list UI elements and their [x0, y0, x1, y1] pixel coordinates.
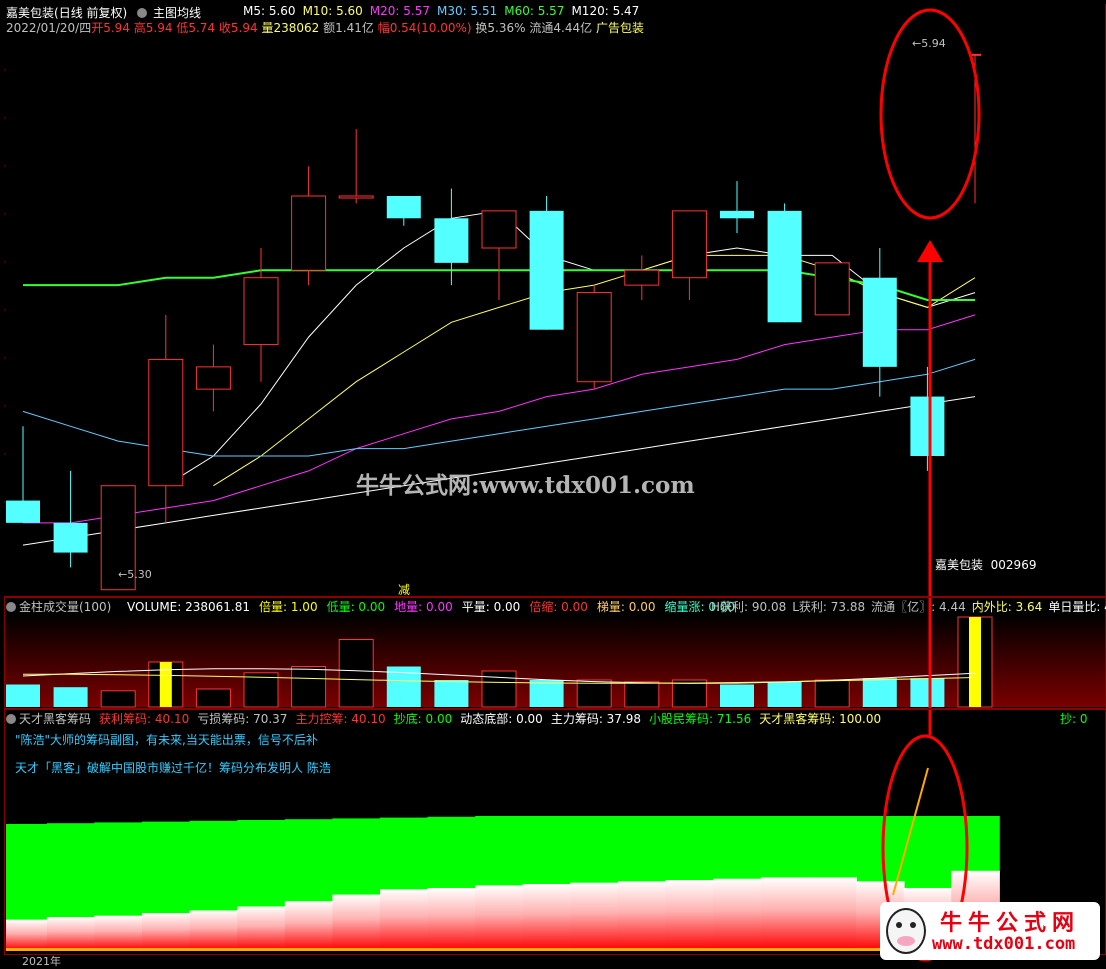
float-value: 4.44亿 — [553, 21, 593, 35]
vol-label: 量 — [261, 21, 274, 35]
logo-title: 牛牛公式网 — [940, 910, 1081, 936]
chip-desc-line1: "陈浩"大师的筹码副图，有未来,当天能出票，信号不后补 — [15, 733, 318, 747]
ma-values: M5: 5.60 M10: 5.60 M20: 5.57 M30: 5.51 M60: … — [243, 4, 646, 18]
axis-year-label: 2021年 — [22, 955, 61, 968]
float-label: 流通 — [529, 21, 554, 35]
high-value: 5.94 — [145, 21, 173, 35]
chip-values: 获利筹码: 40.10 亏损筹码: 70.37 主力控筹: 40.10 抄底: 0.0… — [99, 710, 889, 727]
ma-value-m20: M20: 5.57 — [369, 4, 431, 18]
chip-stat-4: 动态底部: 0.00 — [460, 712, 543, 726]
chip-stat-3: 抄底: 0.00 — [393, 712, 453, 726]
range-label: 幅 — [377, 21, 390, 35]
site-logo: 牛牛公式网 www.tdx001.com — [880, 902, 1100, 960]
low-value: 5.74 — [188, 21, 216, 35]
ma-value-m10: M10: 5.60 — [302, 4, 363, 18]
ma-value-m60: M60: 5.57 — [504, 4, 565, 18]
chip-menu-icon[interactable] — [6, 713, 16, 724]
main-chart-frame — [4, 4, 1106, 597]
high-price-value: 5.94 — [921, 37, 946, 50]
turnover-label: 换 — [475, 21, 488, 35]
volume-stat-4: 平量: 0.00 — [461, 600, 521, 614]
volume-indicator-name[interactable]: 金柱成交量(100) — [19, 600, 111, 614]
reduce-mark: 减 — [398, 583, 411, 597]
chip-stat-6: 小股民筹码: 71.56 — [649, 712, 752, 726]
chip-stat-5: 主力筹码: 37.98 — [550, 712, 642, 726]
chip-header: 天才黑客筹码 — [6, 710, 91, 727]
ma-value-m5: M5: 5.60 — [243, 4, 296, 18]
ma-value-m120: M120: 5.47 — [571, 4, 640, 18]
chip-stat-1: 亏损筹码: 70.37 — [197, 712, 288, 726]
volume-stat-1: 倍量: 1.00 — [259, 600, 318, 614]
volume-right-stat-2: 流通〖亿〗: 4.44 — [871, 600, 966, 614]
close-label: 收 — [218, 21, 231, 35]
high-label: 高 — [133, 21, 146, 35]
volume-stat-0: VOLUME: 238061.81 — [127, 600, 250, 614]
amount-label: 额 — [323, 21, 336, 35]
turnover-value: 5.36% — [487, 21, 526, 35]
volume-header: 金柱成交量(100) — [6, 598, 111, 615]
high-price-mark: ←5.94 — [912, 37, 946, 50]
volume-stat-6: 梯量: 0.00 — [596, 600, 656, 614]
open-value: 5.94 — [103, 21, 130, 35]
volume-stat-3: 地量: 0.00 — [394, 600, 453, 614]
volume-menu-icon[interactable] — [6, 601, 16, 612]
bar-date: 2022/01/20/四 — [6, 21, 92, 35]
close-value: 5.94 — [230, 21, 258, 35]
stock-tag-code: 002969 — [990, 558, 1037, 572]
volume-right-stat-1: L获利: 73.88 — [792, 600, 866, 614]
low-label: 低 — [176, 21, 189, 35]
volume-right-stat-0: H获利: 90.08 — [711, 600, 787, 614]
volume-values: VOLUME: 238061.81 倍量: 1.00 低量: 0.00 地量: 0.0… — [127, 598, 744, 615]
volume-right-stat-4: 单日量比: 4.69 — [1048, 600, 1106, 614]
chip-stat-7: 天才黑客筹码: 100.00 — [759, 712, 882, 726]
volume-right-stat-3: 内外比: 3.64 — [971, 600, 1043, 614]
main-header-line2: 2022/01/20/四开5.94 高5.94 低5.74 收5.94 量238… — [6, 19, 644, 36]
volume-stat-2: 低量: 0.00 — [326, 600, 386, 614]
chip-right-label: 抄: 0 — [1060, 712, 1088, 726]
stock-tag-name: 嘉美包装 — [935, 558, 984, 572]
open-label: 开 — [91, 21, 104, 35]
low-price-mark: ←5.30 — [118, 568, 152, 581]
watermark: 牛牛公式网:www.tdx001.com — [356, 472, 695, 499]
chart-mode: (日线 前复权) — [54, 6, 128, 20]
stock-name: 嘉美包装 — [6, 6, 55, 20]
low-price-value: 5.30 — [127, 568, 152, 581]
range-value: 0.54(10.00%) — [389, 21, 472, 35]
ma-value-m30: M30: 5.51 — [437, 4, 498, 18]
vol-value: 238062 — [273, 21, 320, 35]
logo-url[interactable]: www.tdx001.com — [932, 934, 1075, 954]
chip-indicator-name[interactable]: 天才黑客筹码 — [19, 712, 91, 726]
indicator-menu-icon[interactable] — [137, 7, 148, 18]
chip-desc-line2: 天才「黑客」破解中国股市赚过千亿！筹码分布发明人 陈浩 — [15, 761, 331, 775]
chip-stat-2: 主力控筹: 40.10 — [295, 712, 386, 726]
stock-tag: 嘉美包装 002969 — [935, 556, 1036, 573]
indicator-name[interactable]: 主图均线 — [153, 6, 201, 20]
volume-right-values: H获利: 90.08 L获利: 73.88 流通〖亿〗: 4.44 内外比: 3.64… — [711, 598, 1106, 615]
logo-cow-icon — [886, 908, 926, 954]
volume-stat-5: 倍缩: 0.00 — [529, 600, 588, 614]
industry-label[interactable]: 广告包装 — [596, 21, 644, 35]
chip-stat-0: 获利筹码: 40.10 — [99, 712, 190, 726]
amount-value: 1.41亿 — [335, 21, 374, 35]
